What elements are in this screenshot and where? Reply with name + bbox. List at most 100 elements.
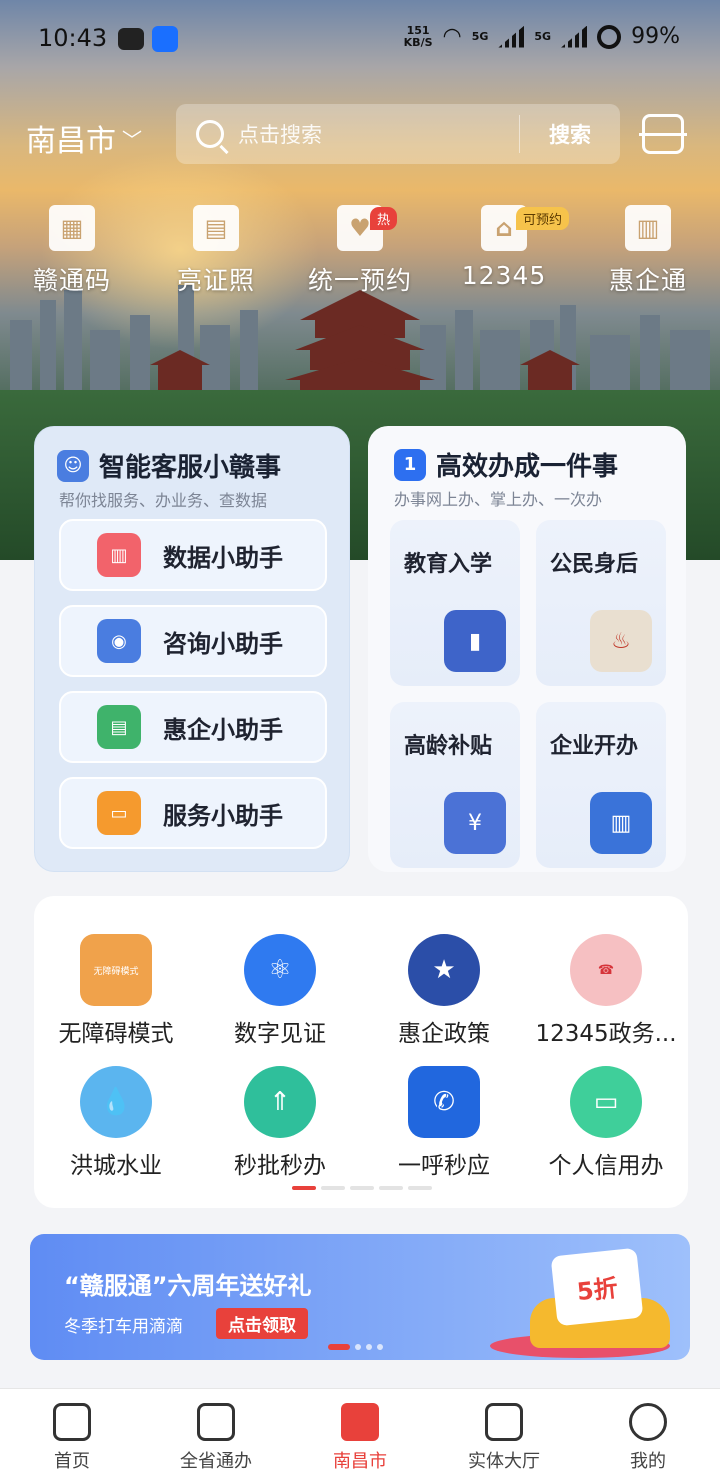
search-input[interactable]: 点击搜索 (238, 119, 519, 149)
water-drop-icon: 💧 (80, 1066, 152, 1138)
assistant-card-title: 智能客服小赣事 (99, 453, 282, 483)
service-label: 数字见证 (234, 1021, 326, 1047)
enterprise-helper-button[interactable]: ▤ 惠企小助手 (59, 691, 327, 763)
service-helper-button[interactable]: ▭ 服务小助手 (59, 777, 327, 849)
service-digital-witness[interactable]: ⚛ 数字见证 (198, 934, 362, 1048)
scan-icon[interactable] (639, 114, 687, 154)
top-bar: 南昌市 ﹀ 点击搜索 搜索 (0, 100, 720, 170)
one-thing-card-title: 高效办成一件事 (436, 452, 619, 482)
quick-actions: ▦ 赣通码 ▤ 亮证照 热 ♥ 统一预约 可预约 ⌂ 12345 ▥ 惠企通 (0, 205, 720, 305)
quick-action-label: 赣通码 (32, 266, 111, 295)
banner-title: “赣服通”六周年送好礼 (64, 1272, 312, 1300)
qr-grid-icon: ▦ (49, 205, 95, 251)
tile-posthumous[interactable]: 公民身后 ♨ (536, 520, 666, 686)
service-label: 一呼秒应 (398, 1153, 490, 1179)
consult-helper-button[interactable]: ◉ 咨询小助手 (59, 605, 327, 677)
data-helper-button[interactable]: ▥ 数据小助手 (59, 519, 327, 591)
search-button[interactable]: 搜索 (520, 119, 620, 149)
helper-label: 服务小助手 (163, 801, 283, 830)
helper-label: 咨询小助手 (163, 629, 283, 658)
service-accessibility[interactable]: 无障碍模式 无障碍模式 (34, 934, 198, 1048)
wifi-icon: ◠ (442, 24, 462, 49)
quick-action-gantongma[interactable]: ▦ 赣通码 (0, 205, 144, 305)
graduation-book-icon: ▮ (444, 610, 506, 672)
service-enterprise-policy[interactable]: ★ 惠企政策 (362, 934, 526, 1048)
helper-label: 数据小助手 (163, 543, 283, 572)
nav-label: 实体大厅 (468, 1451, 540, 1472)
office-building-icon: ▥ (625, 205, 671, 251)
accessibility-badge-text: 无障碍模式 (93, 966, 139, 977)
quick-action-label: 亮证照 (176, 266, 255, 295)
service-label: 无障碍模式 (58, 1021, 174, 1047)
search-bar[interactable]: 点击搜索 搜索 (176, 104, 620, 164)
service-12345-hotline[interactable]: ☎ 12345政务... (524, 934, 688, 1048)
status-bar: 10:43 151 KB/S ◠ 5G 5G 99% (0, 0, 720, 80)
document-chat-icon: ▤ (97, 705, 141, 749)
document-icon (197, 1403, 235, 1441)
net-speed-value: 151 (406, 23, 430, 37)
bookable-badge: 可预约 (516, 207, 570, 230)
signal-bars-icon (498, 25, 525, 48)
nav-hall[interactable]: 实体大厅 (432, 1389, 576, 1480)
assistant-avatar-icon: ☺ (57, 449, 89, 482)
tile-label: 企业开办 (550, 734, 639, 759)
bottom-nav: 首页 全省通办 南昌市 实体大厅 我的 (0, 1388, 720, 1480)
hotline-12345-icon: ☎ (570, 934, 642, 1006)
promo-banner[interactable]: “赣服通”六周年送好礼 冬季打车用滴滴 点击领取 5折 (30, 1234, 690, 1360)
service-label: 惠企政策 (398, 1021, 490, 1047)
service-fast-approval[interactable]: ⇑ 秒批秒办 (198, 1066, 362, 1180)
one-badge-icon: 1 (394, 448, 426, 481)
nav-home[interactable]: 首页 (0, 1389, 144, 1480)
banner-claim-button[interactable]: 点击领取 (216, 1308, 308, 1339)
service-water[interactable]: 💧 洪城水业 (34, 1066, 198, 1180)
city-buildings-icon: ▥ (590, 792, 652, 854)
pager-dot (377, 1344, 383, 1350)
nav-label: 南昌市 (333, 1451, 387, 1472)
nav-province[interactable]: 全省通办 (144, 1389, 288, 1480)
service-label: 秒批秒办 (234, 1153, 326, 1179)
service-instant-response[interactable]: ✆ 一呼秒应 (362, 1066, 526, 1180)
service-label: 洪城水业 (70, 1153, 162, 1179)
approve-fast-icon: ⇑ (244, 1066, 316, 1138)
pager-dot (366, 1344, 372, 1350)
quick-action-label: 12345 (461, 261, 547, 290)
smart-assistant-card: ☺ 智能客服小赣事 帮你找服务、办业务、查数据 ▥ 数据小助手 ◉ 咨询小助手 … (34, 426, 350, 872)
pager-dot (328, 1344, 350, 1350)
quick-action-huiqitong[interactable]: ▥ 惠企通 (576, 205, 720, 305)
search-icon (196, 120, 224, 148)
tile-label: 公民身后 (550, 552, 639, 577)
tile-label: 教育入学 (404, 552, 493, 577)
net-speed-unit: KB/S (403, 35, 433, 49)
assistant-app-icon (152, 26, 178, 52)
nav-label: 首页 (54, 1451, 90, 1472)
id-card-icon: ▤ (193, 205, 239, 251)
signal-label-1: 5G (471, 30, 489, 43)
city-selector[interactable]: 南昌市 ﹀ (26, 116, 142, 160)
services-pager[interactable] (292, 1186, 432, 1190)
tile-elderly-subsidy[interactable]: 高龄补贴 ¥ (390, 702, 520, 868)
quick-action-appointment[interactable]: 热 ♥ 统一预约 (288, 205, 432, 305)
nav-label: 全省通办 (180, 1451, 252, 1472)
signal-label-2: 5G (534, 30, 552, 43)
tile-education[interactable]: 教育入学 ▮ (390, 520, 520, 686)
assistant-card-subtitle: 帮你找服务、办业务、查数据 (59, 491, 268, 510)
nav-label: 我的 (630, 1451, 666, 1472)
chevron-down-icon: ﹀ (122, 127, 142, 152)
status-time: 10:43 (38, 24, 108, 52)
call-response-icon: ✆ (408, 1066, 480, 1138)
status-right: 151 KB/S ◠ 5G 5G 99% (404, 24, 680, 49)
star-building-icon: ★ (408, 934, 480, 1006)
quick-action-id-card[interactable]: ▤ 亮证照 (144, 205, 288, 305)
data-chart-icon: ▥ (97, 533, 141, 577)
banner-pager[interactable] (328, 1344, 383, 1350)
net-speed: 151 KB/S (403, 23, 433, 49)
nav-mine[interactable]: 我的 (576, 1389, 720, 1480)
battery-level: 99% (631, 24, 680, 49)
quick-action-12345[interactable]: 可预约 ⌂ 12345 (432, 205, 576, 305)
nav-nanchang[interactable]: 南昌市 (288, 1389, 432, 1480)
services-grid: 无障碍模式 无障碍模式 ⚛ 数字见证 ★ 惠企政策 ☎ 12345政务... 💧… (34, 896, 688, 1208)
service-label: 12345政务... (535, 1021, 677, 1047)
tile-business-start[interactable]: 企业开办 ▥ (536, 702, 666, 868)
pager-dot (321, 1186, 345, 1190)
service-personal-credit[interactable]: ▭ 个人信用办 (524, 1066, 688, 1180)
